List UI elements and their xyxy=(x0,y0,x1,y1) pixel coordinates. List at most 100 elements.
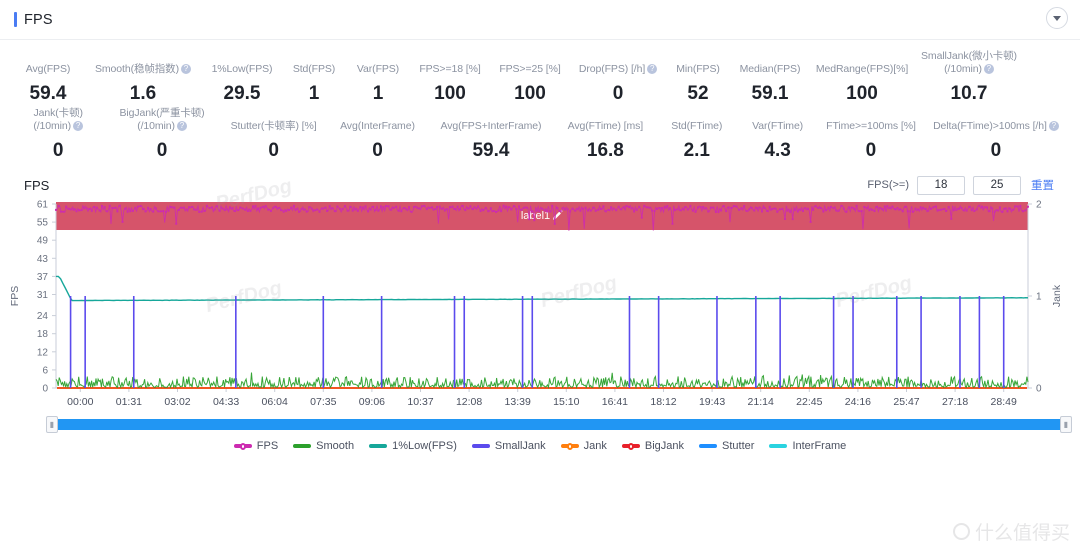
metric-cell: Avg(FTime) [ms] 16.8 xyxy=(554,120,656,162)
x-axis-tick-label: 27:18 xyxy=(942,396,968,408)
metric-cell: FPS>=25 [%] 100 xyxy=(490,63,570,105)
metric-label: FPS>=18 [%] xyxy=(419,63,481,75)
metrics-row-1: Avg(FPS) 59.4 Smooth(稳帧指数)? 1.6 1%Low(FPS) 29… xyxy=(0,50,1080,105)
brand-watermark: 什么值得买 xyxy=(952,518,1070,545)
metric-value: 59.1 xyxy=(751,83,789,104)
legend-item[interactable]: SmallJank xyxy=(471,440,546,452)
chart-title: FPS xyxy=(24,177,50,193)
legend-item[interactable]: Jank xyxy=(560,440,607,452)
metric-value: 1 xyxy=(308,83,320,104)
legend-item[interactable]: Stutter xyxy=(699,440,754,452)
metric-cell: MedRange(FPS)[%] 100 xyxy=(810,63,914,105)
metric-label: Smooth(稳帧指数)? xyxy=(95,63,191,76)
metric-cell: Drop(FPS) [/h]? 0 xyxy=(570,63,666,105)
metric-value: 0 xyxy=(372,140,383,161)
legend-color-swatch xyxy=(699,444,718,448)
metric-cell: Avg(FPS) 59.4 xyxy=(12,63,84,105)
x-axis-tick-label: 01:31 xyxy=(116,396,142,408)
grip-icon: ▮ xyxy=(1063,419,1069,429)
legend-label: Stutter xyxy=(722,440,755,452)
y2-axis-label: Jank xyxy=(1051,284,1063,307)
x-axis-tick-label: 07:35 xyxy=(310,396,336,408)
metric-value: 0 xyxy=(268,140,279,161)
legend-item[interactable]: FPS xyxy=(233,440,279,452)
page-title: FPS xyxy=(24,11,53,28)
metric-value: 0 xyxy=(156,140,168,161)
y-axis-tick-label: 55 xyxy=(37,218,49,229)
fps-chart-section: FPS FPS(>=) 重置 label1 061218243137434955… xyxy=(0,170,1080,452)
metric-value: 29.5 xyxy=(223,83,261,104)
metric-cell: Std(FPS) 1 xyxy=(282,63,346,105)
help-icon[interactable]: ? xyxy=(176,121,187,131)
metric-value: 52 xyxy=(687,83,709,104)
legend-label: 1%Low(FPS) xyxy=(392,440,457,452)
metric-label: Min(FPS) xyxy=(676,63,720,75)
legend-color-swatch xyxy=(369,444,388,448)
reset-link[interactable]: 重置 xyxy=(1031,177,1054,193)
x-axis-tick-label: 24:16 xyxy=(845,396,871,408)
legend-color-swatch xyxy=(293,444,312,448)
legend-color-swatch xyxy=(621,442,640,450)
metric-label: Std(FTime) xyxy=(671,120,723,132)
series-1pct-low-fps xyxy=(56,275,1029,302)
metric-label: Stutter(卡顿率) [%] xyxy=(230,120,317,132)
metric-value: 100 xyxy=(846,83,878,104)
metric-label: Avg(FPS+InterFrame) xyxy=(440,120,542,132)
x-axis-tick-label: 21:14 xyxy=(748,396,774,408)
y-axis-tick-label: 6 xyxy=(42,365,48,376)
x-axis-tick-label: 28:49 xyxy=(991,396,1017,408)
chevron-down-icon xyxy=(1053,15,1061,21)
x-axis-tick-label: 09:06 xyxy=(359,396,385,408)
help-icon[interactable]: ? xyxy=(180,64,191,74)
y-axis-tick-label: 31 xyxy=(37,290,49,301)
title-accent-bar xyxy=(14,12,17,27)
fps-threshold-low-input[interactable] xyxy=(917,175,965,195)
fps-threshold-high-input[interactable] xyxy=(973,175,1021,195)
range-handle-right[interactable]: ▮ xyxy=(1060,416,1072,433)
y-axis-tick-label: 0 xyxy=(42,384,48,395)
y2-axis-tick-label: 0 xyxy=(1036,384,1042,395)
collapse-panel-button[interactable] xyxy=(1046,7,1068,29)
metric-value: 2.1 xyxy=(683,140,710,161)
metric-value: 1.6 xyxy=(129,83,157,104)
metric-cell: Delta(FTime)>100ms [/h]? 0 xyxy=(924,120,1068,162)
x-axis-tick-label: 22:45 xyxy=(796,396,822,408)
grip-icon: ▮ xyxy=(49,419,55,429)
time-range-slider[interactable]: ▮ ▮ xyxy=(46,416,1072,433)
help-icon[interactable]: ? xyxy=(983,64,994,74)
x-axis-tick-label: 13:39 xyxy=(505,396,531,408)
fps-plot-svg[interactable]: 06121824313743495561FPS012Jank00:00 01:31… xyxy=(0,196,1080,414)
legend-label: Jank xyxy=(583,440,607,452)
legend-label: FPS xyxy=(256,440,279,452)
metric-label: Avg(FPS) xyxy=(25,63,71,75)
x-axis-tick-label: 18:12 xyxy=(650,396,676,408)
y-axis-tick-label: 12 xyxy=(37,347,49,358)
legend-item[interactable]: BigJank xyxy=(621,440,685,452)
metric-cell: Stutter(卡顿率) [%] 0 xyxy=(220,120,328,162)
y-axis-tick-label: 18 xyxy=(37,329,49,340)
range-track[interactable] xyxy=(52,419,1066,430)
fps-plot[interactable]: 0 6 12 18 24 31 37 43 49 55 61 FPS 0 1 2 Jank 00:00 01:31… xyxy=(0,175,1080,414)
legend-item[interactable]: InterFrame xyxy=(769,440,846,452)
metric-label: SmallJank(微小卡顿) (/10min)? xyxy=(921,50,1017,75)
legend-color-swatch xyxy=(769,444,788,448)
legend-label: Smooth xyxy=(316,440,355,452)
range-handle-left[interactable]: ▮ xyxy=(46,416,58,433)
legend-label: BigJank xyxy=(644,440,685,452)
x-axis-tick-label: 16:41 xyxy=(602,396,628,408)
metric-value: 0 xyxy=(612,83,624,104)
legend-item[interactable]: 1%Low(FPS) xyxy=(369,440,457,452)
y-axis-tick-label: 49 xyxy=(37,236,49,247)
help-icon[interactable]: ? xyxy=(73,121,84,131)
legend-color-swatch xyxy=(233,442,252,450)
x-axis-tick-label: 10:37 xyxy=(407,396,433,408)
help-icon[interactable]: ? xyxy=(647,64,658,74)
metric-cell: Avg(InterFrame) 0 xyxy=(327,120,427,162)
series-fps xyxy=(55,204,1029,231)
legend-color-swatch xyxy=(471,444,490,448)
metric-value: 59.4 xyxy=(472,140,510,161)
legend-item[interactable]: Smooth xyxy=(293,440,354,452)
legend-label: SmallJank xyxy=(494,440,546,452)
help-icon[interactable]: ? xyxy=(1048,121,1059,131)
metric-cell: Smooth(稳帧指数)? 1.6 xyxy=(84,63,202,105)
